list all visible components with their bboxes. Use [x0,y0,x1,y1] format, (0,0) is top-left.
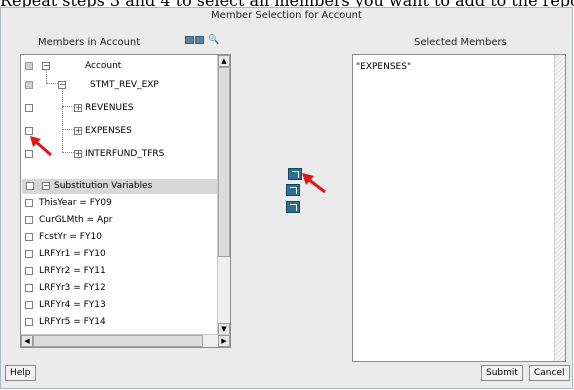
expand-all-icon[interactable] [185,36,194,44]
tree-label: INTERFUND_TFRS [85,149,165,159]
checkbox[interactable] [25,104,33,112]
list-item-label: ThisYear = FY09 [39,198,112,208]
member-selection-dialog: Member Selection for Account Members in … [0,7,573,389]
list-item-label: LRFYr5 = FY14 [39,317,106,327]
checkbox[interactable] [25,318,33,326]
checkbox[interactable] [25,62,33,70]
dialog-title: Member Selection for Account [211,10,362,21]
list-item-label: LRFYr4 = FY13 [39,300,106,310]
find-icon[interactable]: 🔍 [208,36,219,45]
list-item-label: LRFYr3 = FY12 [39,283,106,293]
members-label: Members in Account [38,37,141,48]
list-item-label: FcstYr = FY10 [39,232,102,242]
selected-members-label: Selected Members [414,37,507,48]
tree-label: STMT_REV_EXP [90,80,159,90]
horizontal-scrollbar[interactable]: ◀ ▶ [21,334,230,347]
scroll-up-icon[interactable]: ▲ [218,55,230,67]
tree-label: EXPENSES [85,126,132,136]
collapse-all-icon[interactable] [195,36,204,44]
expand-icon[interactable]: + [74,127,82,135]
checkbox[interactable] [25,81,33,89]
tree-label: REVENUES [85,103,134,113]
checkbox[interactable] [26,182,34,190]
checkbox[interactable] [25,233,33,241]
scroll-right-icon[interactable]: ▶ [218,335,230,347]
expand-icon[interactable]: + [74,104,82,112]
scroll-thumb[interactable] [33,335,203,347]
checkbox[interactable] [25,301,33,309]
scroll-thumb[interactable] [218,67,230,257]
selected-member-item[interactable]: "EXPENSES" [356,62,411,72]
expand-icon[interactable]: + [74,150,82,158]
checkbox[interactable] [25,199,33,207]
checkbox[interactable] [25,267,33,275]
collapse-icon[interactable]: − [42,182,50,190]
selected-list-scrollbar[interactable] [554,55,565,361]
submit-button[interactable]: Submit [481,365,523,381]
checkbox[interactable] [25,250,33,258]
list-item-label: LRFYr1 = FY10 [39,249,106,259]
tree-label: Account [85,61,122,71]
checkbox[interactable] [25,284,33,292]
substitution-header[interactable]: − Substitution Variables [22,179,229,194]
vertical-scrollbar[interactable]: ▲ ▼ [217,55,230,335]
selected-members-list[interactable]: "EXPENSES" [352,54,566,362]
tree-toolbar: 🔍 [185,36,219,45]
annotation-arrow [302,173,326,194]
substitution-header-label: Substitution Variables [54,181,153,191]
checkbox[interactable] [25,216,33,224]
list-item-label: CurGLMth = Apr [39,215,113,225]
remove-selected-icon[interactable] [286,184,300,196]
members-tree[interactable]: − Account − STMT_REV_EXP + REVENUES + EX… [20,54,231,348]
help-button[interactable]: Help [5,365,36,381]
scroll-left-icon[interactable]: ◀ [21,335,33,347]
annotation-arrow [30,136,52,157]
cancel-button[interactable]: Cancel [529,365,570,381]
remove-all-icon[interactable] [286,201,300,213]
list-item-label: LRFYr2 = FY11 [39,266,106,276]
checkbox[interactable] [25,127,33,135]
